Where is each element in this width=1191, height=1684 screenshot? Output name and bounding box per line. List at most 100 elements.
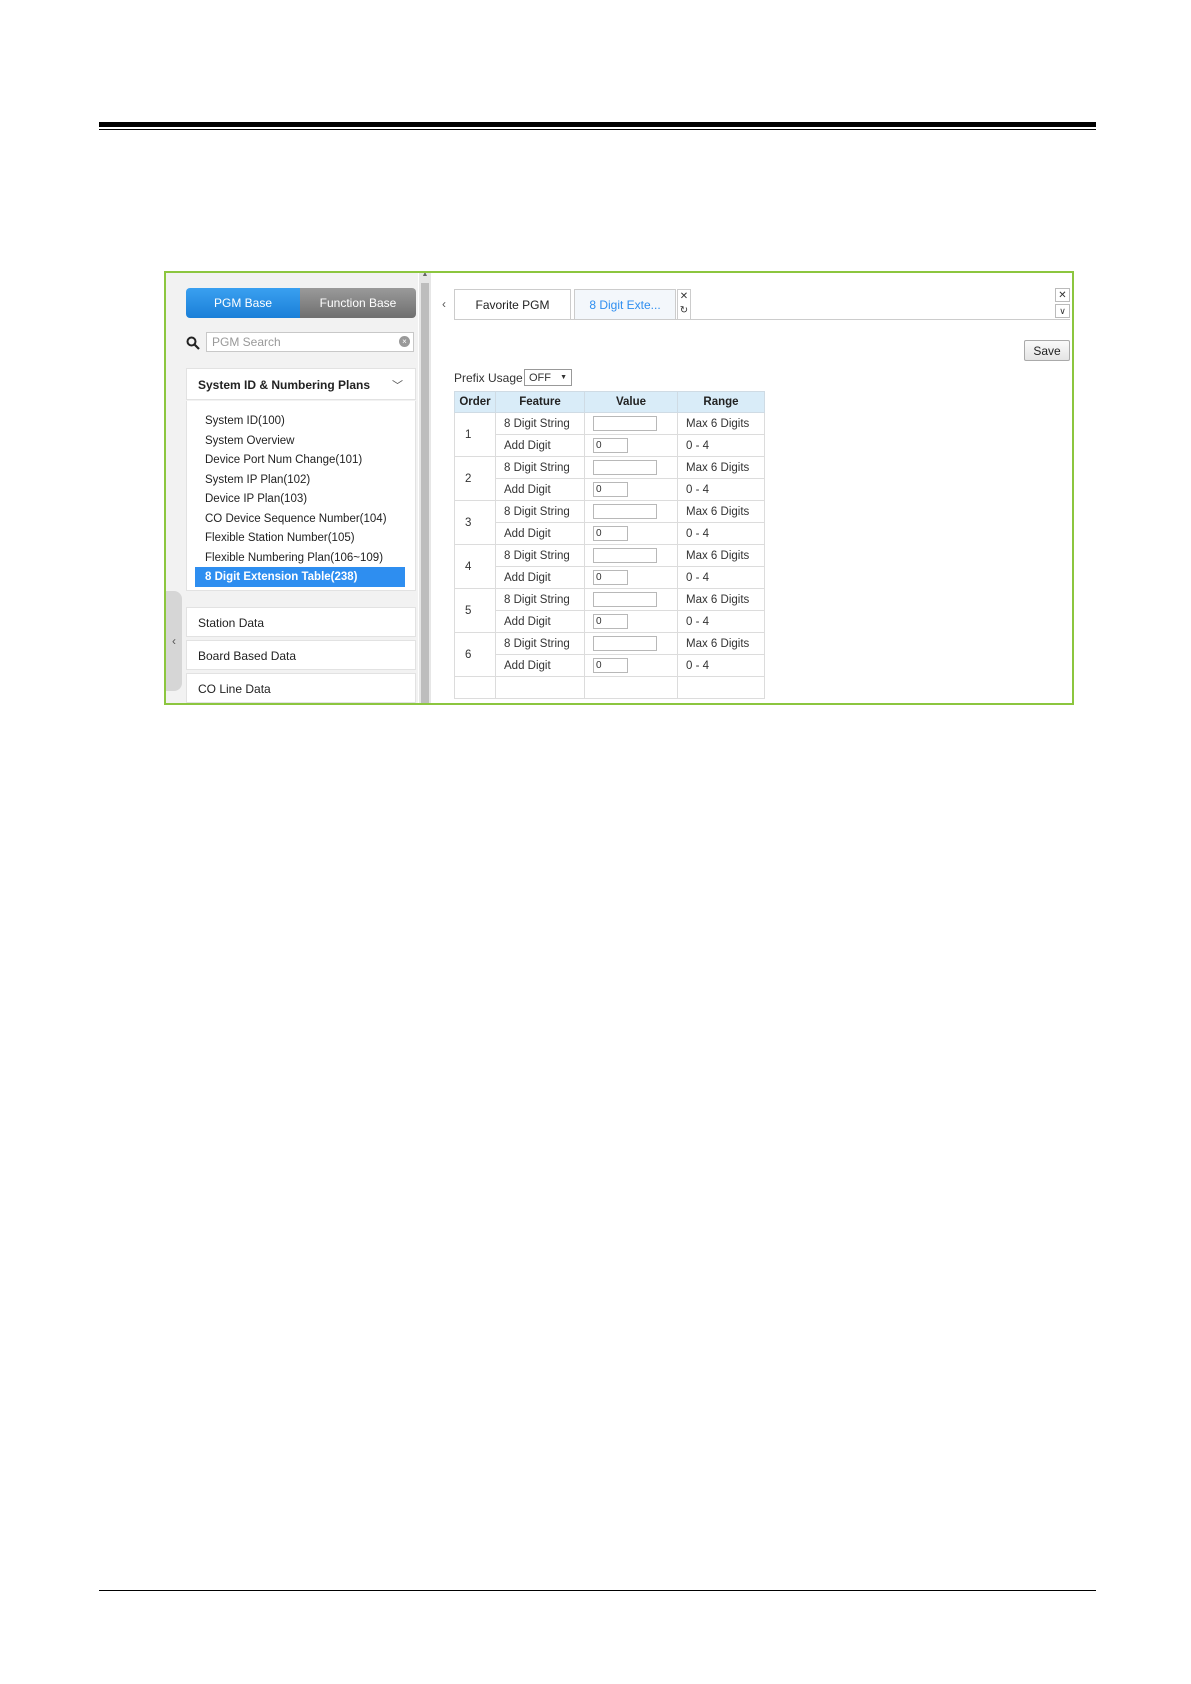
range-cell: Max 6 Digits (677, 544, 765, 567)
tab-scroll-left-icon[interactable]: ‹ (442, 297, 446, 311)
prefix-usage-value: OFF (529, 372, 551, 384)
refresh-icon[interactable]: ↻ (678, 304, 690, 318)
table-row: Add Digit 0 0 - 4 (455, 522, 765, 545)
digit-string-input[interactable] (593, 416, 657, 431)
feature-cell: Add Digit (495, 566, 585, 589)
function-base-button[interactable]: Function Base (300, 288, 416, 318)
add-digit-input[interactable]: 0 (593, 526, 628, 541)
digit-string-input[interactable] (593, 636, 657, 651)
col-header-value: Value (584, 391, 678, 413)
feature-cell (495, 676, 585, 699)
table-row: 18 Digit String Max 6 Digits (454, 412, 765, 457)
left-scrollbar-thumb[interactable] (421, 283, 429, 703)
value-cell (584, 632, 678, 655)
table-row: 48 Digit String Max 6 Digits (454, 544, 765, 589)
menu-item-system-overview[interactable]: System Overview (195, 431, 405, 451)
digit-string-input[interactable] (593, 548, 657, 563)
order-cell: 5 (454, 588, 496, 633)
digit-string-input[interactable] (593, 460, 657, 475)
save-button[interactable]: Save (1024, 340, 1070, 361)
table-body: 18 Digit String Max 6 Digits Add Digit 0 0 -… (454, 412, 765, 699)
feature-cell: Add Digit (495, 478, 585, 501)
section-board-based-data[interactable]: Board Based Data (186, 640, 416, 670)
feature-cell: 8 Digit String (495, 588, 585, 611)
digit-string-input[interactable] (593, 592, 657, 607)
menu-item-device-ip-plan[interactable]: Device IP Plan(103) (195, 489, 405, 509)
chevron-down-icon[interactable]: ﹀ (392, 377, 403, 393)
range-cell: Max 6 Digits (677, 500, 765, 523)
menu-item-system-id[interactable]: System ID(100) (195, 411, 405, 431)
range-cell: Max 6 Digits (677, 588, 765, 611)
value-cell: 0 (584, 566, 678, 589)
close-tab-icon[interactable]: ✕ (678, 290, 690, 304)
section-station-data[interactable]: Station Data (186, 607, 416, 637)
menu-item-device-port-num-change[interactable]: Device Port Num Change(101) (195, 450, 405, 470)
range-cell (677, 676, 765, 699)
table-row: Add Digit 0 0 - 4 (455, 478, 765, 501)
page-bottom-rule (99, 1590, 1096, 1591)
order-cell: 1 (454, 412, 496, 457)
add-digit-input[interactable]: 0 (593, 570, 628, 585)
range-cell: 0 - 4 (677, 522, 765, 545)
left-panel: PGM Base Function Base PGM Search × Syst… (166, 273, 418, 703)
menu-item-flexible-numbering-plan[interactable]: Flexible Numbering Plan(106~109) (195, 548, 405, 568)
range-cell: 0 - 4 (677, 434, 765, 457)
add-digit-input[interactable]: 0 (593, 614, 628, 629)
pgm-search-input[interactable]: PGM Search × (206, 332, 414, 352)
range-cell: Max 6 Digits (677, 412, 765, 435)
order-cell: 4 (454, 544, 496, 589)
feature-cell: 8 Digit String (495, 456, 585, 479)
extension-table: Order Feature Value Range 18 Digit Strin… (454, 391, 765, 699)
chevron-down-icon[interactable]: ∨ (1055, 304, 1070, 318)
digit-string-input[interactable] (593, 504, 657, 519)
menu-item-co-device-sequence[interactable]: CO Device Sequence Number(104) (195, 509, 405, 529)
menu-item-flexible-station-number[interactable]: Flexible Station Number(105) (195, 528, 405, 548)
search-icon[interactable] (186, 336, 200, 350)
base-toggle: PGM Base Function Base (186, 288, 416, 318)
tab-favorite-pgm[interactable]: Favorite PGM (454, 289, 571, 320)
menu-item-system-ip-plan[interactable]: System IP Plan(102) (195, 470, 405, 490)
group-header-system-id[interactable]: System ID & Numbering Plans ﹀ (186, 368, 416, 400)
order-cell (454, 676, 496, 699)
table-row-partial (454, 676, 765, 699)
value-cell (584, 588, 678, 611)
tab-tools: ✕ ↻ (677, 289, 691, 320)
range-cell: 0 - 4 (677, 654, 765, 677)
menu-item-8-digit-extension-table[interactable]: 8 Digit Extension Table(238) (195, 567, 405, 587)
feature-cell: 8 Digit String (495, 412, 585, 435)
prefix-usage-select[interactable]: OFF ▼ (524, 369, 572, 386)
add-digit-input[interactable]: 0 (593, 658, 628, 673)
value-cell: 0 (584, 610, 678, 633)
table-row: Add Digit 0 0 - 4 (455, 610, 765, 633)
clear-icon[interactable]: × (399, 336, 410, 347)
value-cell (584, 500, 678, 523)
scroll-up-arrow-icon[interactable]: ▲ (419, 273, 431, 278)
close-all-icon[interactable]: ✕ (1055, 288, 1070, 302)
feature-cell: 8 Digit String (495, 632, 585, 655)
value-cell (584, 544, 678, 567)
add-digit-input[interactable]: 0 (593, 438, 628, 453)
add-digit-input[interactable]: 0 (593, 482, 628, 497)
order-cell: 2 (454, 456, 496, 501)
table-row: Add Digit 0 0 - 4 (455, 654, 765, 677)
table-row: 28 Digit String Max 6 Digits (454, 456, 765, 501)
section-co-line-data[interactable]: CO Line Data (186, 673, 416, 703)
group-item-list: System ID(100) System Overview Device Po… (186, 401, 416, 591)
value-cell: 0 (584, 434, 678, 457)
value-cell: 0 (584, 522, 678, 545)
content-panel: ‹ Favorite PGM 8 Digit Exte... ✕ ↻ ✕ ∨ S… (432, 273, 1072, 703)
col-header-range: Range (677, 391, 765, 413)
col-header-order: Order (454, 391, 496, 413)
page-top-rule-thin (99, 129, 1096, 130)
range-cell: Max 6 Digits (677, 632, 765, 655)
collapse-panel-handle[interactable]: ‹ (166, 591, 182, 691)
tab-8-digit-extension[interactable]: 8 Digit Exte... (574, 289, 676, 320)
screenshot-frame: PGM Base Function Base PGM Search × Syst… (164, 271, 1074, 705)
value-cell (584, 456, 678, 479)
order-cell: 3 (454, 500, 496, 545)
range-cell: 0 - 4 (677, 610, 765, 633)
tab-bar-divider (454, 319, 1070, 320)
pgm-base-button[interactable]: PGM Base (186, 288, 300, 318)
table-row: 38 Digit String Max 6 Digits (454, 500, 765, 545)
col-header-feature: Feature (495, 391, 585, 413)
